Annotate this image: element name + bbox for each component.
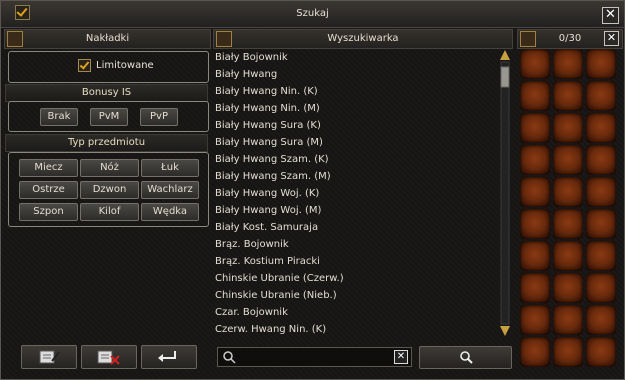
title-bar: Szukaj ✕ [1, 1, 624, 28]
scroll-down-arrow-icon[interactable] [500, 326, 510, 336]
inventory-slot[interactable] [553, 273, 583, 303]
inventory-slot[interactable] [520, 337, 550, 367]
inventory-slot[interactable] [553, 81, 583, 111]
window-title: Szukaj [296, 8, 329, 19]
bonus-pvm-button[interactable]: PvM [90, 108, 128, 126]
inventory-slot[interactable] [586, 209, 616, 239]
inventory-slot[interactable] [586, 177, 616, 207]
type-pickaxe-button[interactable]: Kilof [80, 203, 139, 221]
window-close-button[interactable]: ✕ [602, 7, 619, 24]
inventory-slot[interactable] [553, 113, 583, 143]
inventory-slot[interactable] [520, 113, 550, 143]
list-item[interactable]: Biały Hwang Woj. (K) [215, 185, 497, 202]
inventory-slot[interactable] [586, 273, 616, 303]
list-item[interactable]: Czerw. Hwang Nin. (K) [215, 321, 497, 338]
search-input-wrap: ✕ [217, 347, 412, 367]
clear-search-button[interactable]: ✕ [394, 350, 408, 364]
inventory-slot[interactable] [553, 209, 583, 239]
list-item[interactable]: Biały Hwang Sura (M) [215, 134, 497, 151]
type-claw-button[interactable]: Szpon [19, 203, 78, 221]
type-bell-button[interactable]: Dzwon [80, 181, 139, 199]
refresh-icon[interactable] [7, 31, 23, 47]
list-item[interactable]: Brąz. Kostium Piracki [215, 253, 497, 270]
list-item[interactable]: Biały Hwang Nin. (M) [215, 100, 497, 117]
inventory-slot[interactable] [520, 81, 550, 111]
bonus-none-button[interactable]: Brak [40, 108, 78, 126]
list-scrollbar[interactable] [500, 49, 510, 337]
type-fan-button[interactable]: Wachlarz [141, 181, 199, 199]
search-window: Szukaj ✕ Nakładki Limitowane Bonusy IS B… [0, 0, 625, 380]
inventory-slot[interactable] [586, 305, 616, 335]
list-item[interactable]: Biały Hwang Szam. (K) [215, 151, 497, 168]
list-item[interactable]: Chinskie Ubranie (Nieb.) [215, 287, 497, 304]
type-rod-button[interactable]: Wędka [141, 203, 199, 221]
inventory-slot[interactable] [553, 305, 583, 335]
type-sword-button[interactable]: Miecz [19, 159, 78, 177]
inventory-slot[interactable] [586, 49, 616, 79]
inventory-slot[interactable] [586, 81, 616, 111]
inventory-slot[interactable] [553, 177, 583, 207]
list-item[interactable]: Biały Kost. Samuraja [215, 219, 497, 236]
scroll-up-arrow-icon[interactable] [500, 50, 510, 60]
inventory-header-icon[interactable] [520, 31, 536, 47]
return-button[interactable] [141, 345, 197, 369]
delete-button[interactable] [81, 345, 137, 369]
item-list: Biały Bojownik Biały Hwang Biały Hwang Nin… [215, 49, 497, 341]
type-bow-button[interactable]: Łuk [141, 159, 199, 177]
limited-label: Limitowane [96, 60, 154, 71]
inventory-slot[interactable] [520, 49, 550, 79]
type-blade-button[interactable]: Ostrze [19, 181, 78, 199]
list-item[interactable]: Czar. Bojownik [215, 304, 497, 321]
type-section-header: Typ przedmiotu [5, 134, 208, 152]
list-item[interactable]: Chinskie Ubranie (Czerw.) [215, 270, 497, 287]
inventory-slot[interactable] [520, 145, 550, 175]
limited-checkbox[interactable] [78, 59, 91, 72]
search-panel-title: Wyszukiwarka [327, 33, 399, 44]
type-knife-button[interactable]: Nóż [80, 159, 139, 177]
inventory-slot[interactable] [553, 241, 583, 271]
list-item[interactable]: Brąz. Bojownik [215, 236, 497, 253]
list-item[interactable]: Biały Hwang Szam. (M) [215, 168, 497, 185]
list-item[interactable]: Biały Hwang Sura (K) [215, 117, 497, 134]
list-item[interactable]: Biały Bojownik [215, 49, 497, 66]
search-header-icon[interactable] [216, 31, 232, 47]
bonus-pvp-button[interactable]: PvP [140, 108, 178, 126]
search-input[interactable] [240, 349, 394, 365]
search-panel-header: Wyszukiwarka [213, 29, 513, 49]
list-item[interactable]: Biały Hwang [215, 66, 497, 83]
delete-icon [97, 350, 120, 365]
list-item[interactable]: Biały Hwang Woj. (M) [215, 202, 497, 219]
inventory-slot[interactable] [520, 241, 550, 271]
inventory-slot[interactable] [586, 113, 616, 143]
tabs-panel-title: Nakładki [85, 33, 130, 44]
magnifier-icon [460, 351, 473, 364]
inventory-slot[interactable] [520, 177, 550, 207]
search-button[interactable] [419, 346, 512, 369]
inventory-close-button[interactable]: ✕ [604, 31, 619, 46]
inventory-slot[interactable] [553, 49, 583, 79]
inventory-slot[interactable] [520, 273, 550, 303]
scroll-thumb[interactable] [500, 66, 510, 88]
return-icon [158, 351, 176, 362]
list-item[interactable]: Biały Hwang Nin. (K) [215, 83, 497, 100]
inventory-slot[interactable] [553, 145, 583, 175]
inventory-slot[interactable] [586, 337, 616, 367]
inventory-slot[interactable] [553, 337, 583, 367]
bonus-section-header: Bonusy IS [5, 84, 208, 102]
inventory-slot[interactable] [586, 145, 616, 175]
inventory-counter: 0/30 [558, 33, 582, 44]
search-icon [223, 351, 236, 364]
inventory-slot[interactable] [520, 305, 550, 335]
tabs-panel-header: Nakładki [4, 29, 211, 49]
edit-icon [39, 350, 60, 364]
inventory-slot[interactable] [586, 241, 616, 271]
edit-button[interactable] [21, 345, 77, 369]
inventory-slot[interactable] [520, 209, 550, 239]
